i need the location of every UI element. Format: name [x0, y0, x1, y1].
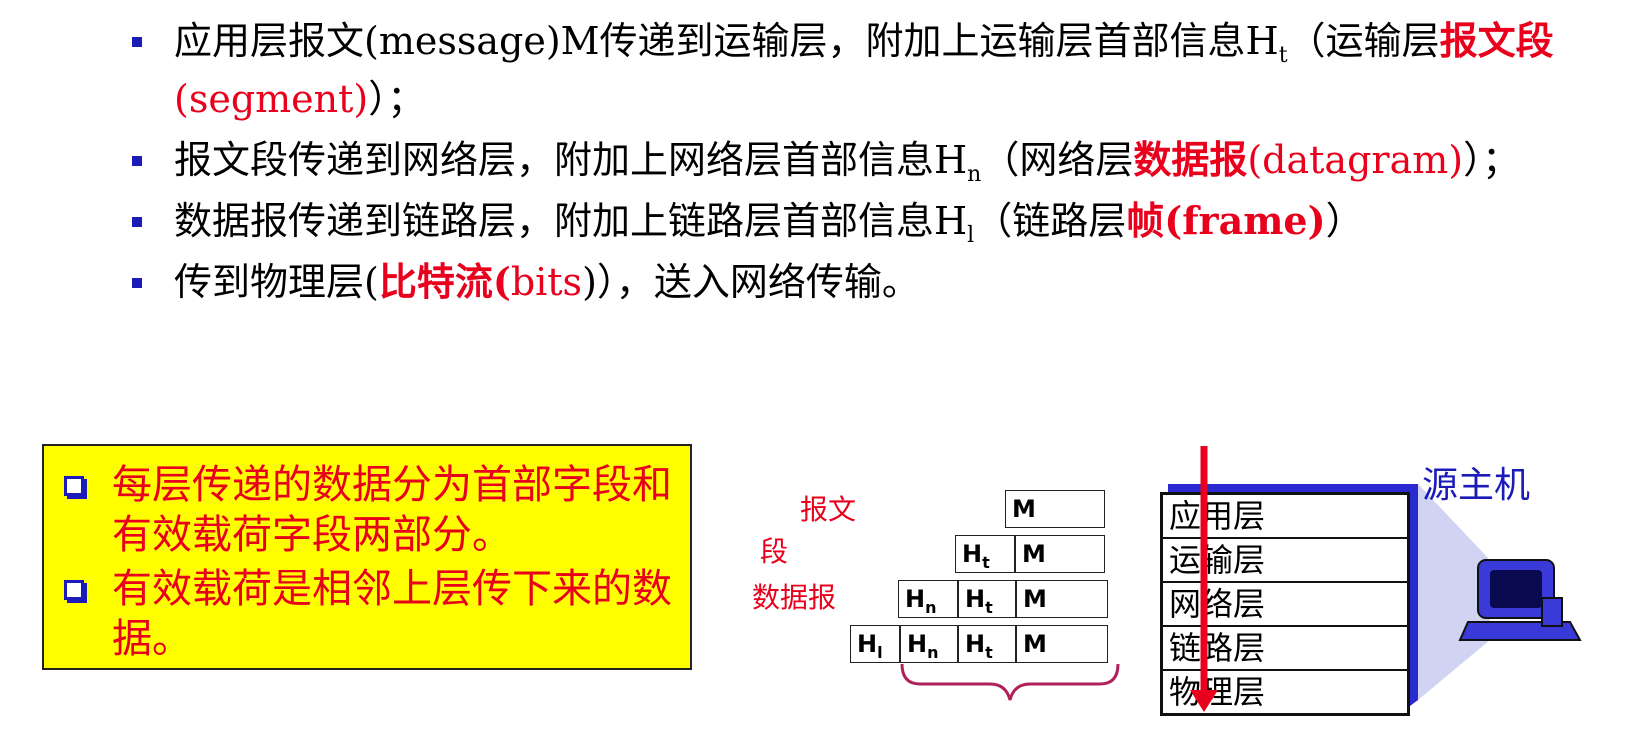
- stack-layer: 链路层: [1163, 627, 1407, 671]
- stack-layer: 网络层: [1163, 583, 1407, 627]
- frame-brace: [900, 663, 1120, 701]
- stack-layer: 运输层: [1163, 539, 1407, 583]
- source-host-label: 源主机: [1422, 465, 1531, 506]
- protocol-stack: 应用层 运输层 网络层 链路层 物理层: [1160, 492, 1410, 716]
- stack-layer: 应用层: [1163, 495, 1407, 539]
- stack-layer: 物理层: [1169, 673, 1266, 711]
- computer-icon: [1458, 559, 1582, 641]
